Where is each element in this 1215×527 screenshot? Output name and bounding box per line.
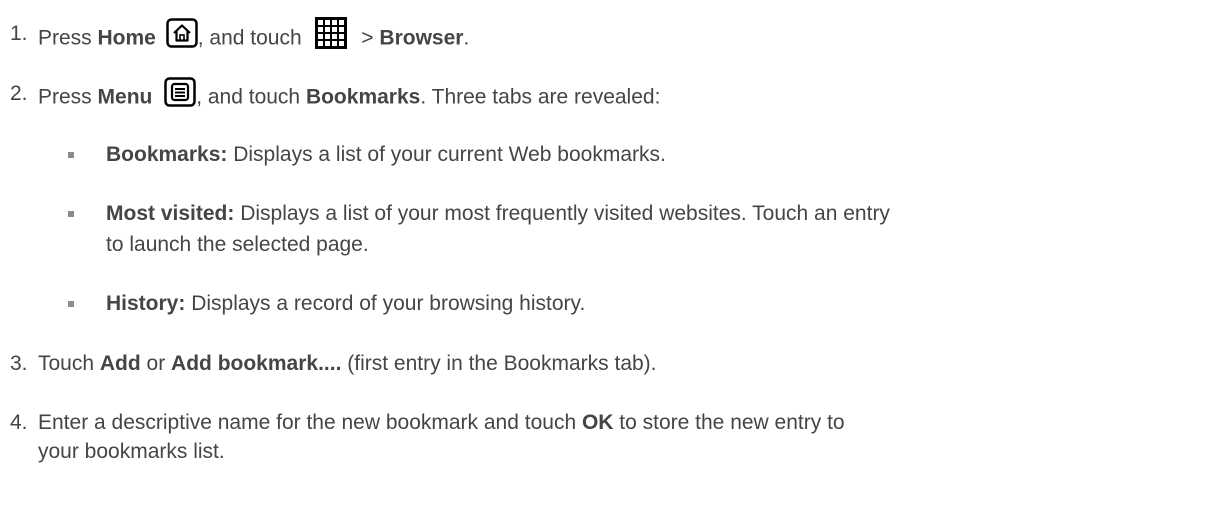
bullet-description: Displays a list of your most frequently …: [234, 202, 890, 225]
step-text-part: , and touch: [196, 85, 306, 109]
step-number: 2.: [10, 82, 28, 105]
step-text-part: to store the new entry to: [613, 411, 845, 434]
step-text-continued: your bookmarks list.: [38, 440, 225, 463]
step-keyword: Menu: [97, 85, 153, 109]
apps-grid-icon: [315, 17, 348, 57]
menu-icon: [164, 77, 196, 115]
step-number: 4.: [10, 411, 28, 434]
step-text: Enter a descriptive name for the new boo…: [38, 408, 845, 437]
bullet-description-continued: to launch the selected page.: [106, 233, 369, 256]
step-number: 3.: [10, 352, 28, 375]
step-text-part: Press: [38, 26, 98, 50]
step-text-part: Press: [38, 85, 98, 109]
step-text: Touch Add or Add bookmark.... (first ent…: [38, 349, 657, 378]
step-text-part: >: [355, 26, 380, 50]
step-keyword: OK: [581, 411, 614, 434]
step-text-part: Enter a descriptive name for the new boo…: [38, 411, 582, 434]
step-keyword: Browser: [379, 26, 464, 50]
step-keyword: Add bookmark....: [171, 352, 342, 375]
step-text-part: .: [463, 26, 470, 50]
bullet-marker: [68, 211, 74, 217]
bullet-text: History: Displays a record of your brows…: [106, 289, 585, 318]
step-text: Press Home , and touch > Browser.: [38, 17, 470, 59]
bullet-description: Displays a record of your browsing histo…: [185, 292, 586, 315]
step-text-part: or: [140, 352, 172, 375]
step-text-part: Touch: [38, 352, 100, 375]
bullet-text: Most visited: Displays a list of your mo…: [106, 199, 890, 228]
step-text: Press Menu , and touch Bookmarks. Three …: [38, 77, 661, 117]
bullet-text: Bookmarks: Displays a list of your curre…: [106, 140, 666, 169]
step-number: 1.: [10, 22, 28, 45]
home-icon: [165, 18, 198, 56]
bullet-label: Most visited:: [106, 202, 235, 225]
step-text-part: , and touch: [197, 26, 308, 50]
step-keyword: Add: [99, 352, 141, 375]
bullet-marker: [68, 152, 74, 158]
bullet-label: History:: [106, 292, 186, 315]
step-text-part: . Three tabs are revealed:: [420, 85, 661, 109]
bullet-marker: [68, 301, 74, 307]
bullet-description: Displays a list of your current Web book…: [227, 143, 666, 166]
step-text-part: (first entry in the Bookmarks tab).: [341, 352, 657, 375]
step-keyword: Home: [97, 26, 156, 50]
step-keyword: Bookmarks: [305, 85, 421, 109]
bullet-label: Bookmarks:: [106, 143, 228, 166]
